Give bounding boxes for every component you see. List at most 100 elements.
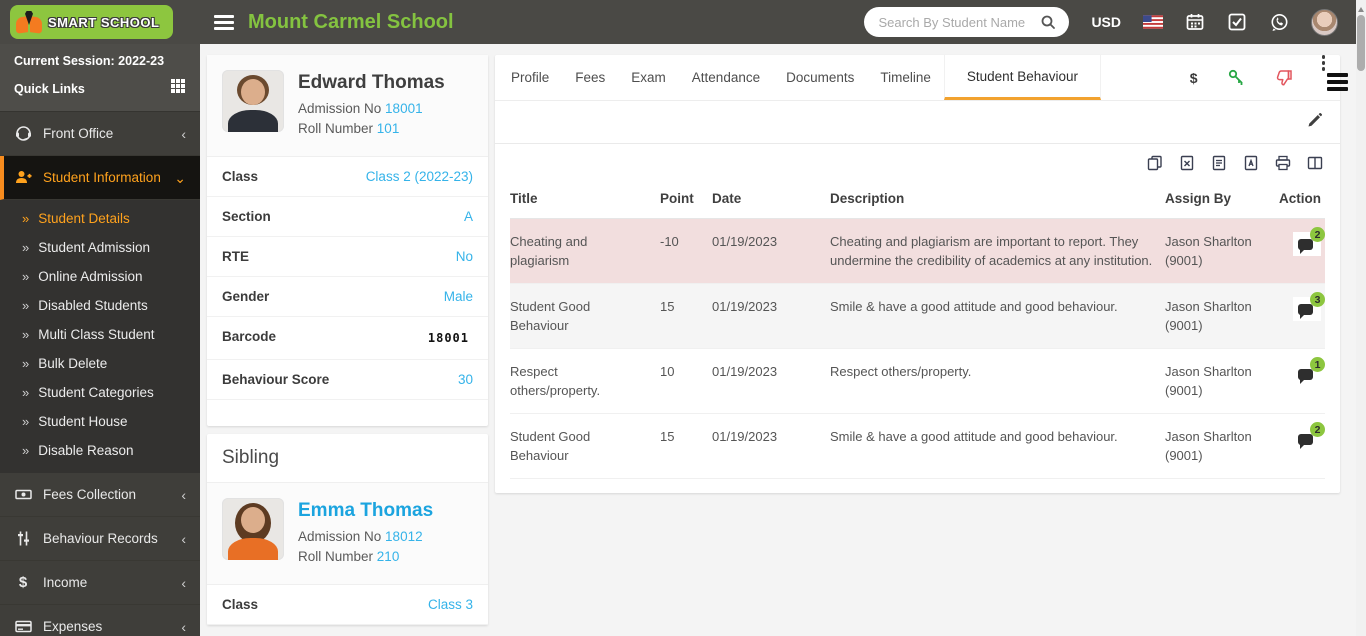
sidebar-item-income[interactable]: Income ‹	[0, 561, 200, 605]
admission-no-value: 18012	[385, 529, 423, 544]
app-logo[interactable]: SMART SCHOOL	[0, 0, 200, 44]
cell-point: 15	[660, 299, 675, 314]
calendar-icon[interactable]	[1185, 12, 1205, 32]
admission-no-value[interactable]: 18001	[385, 101, 423, 116]
sidebar-subitem-bulk-delete[interactable]: » Bulk Delete	[0, 349, 200, 378]
double-arrow-icon: »	[22, 298, 30, 313]
comments-button[interactable]: 2	[1293, 422, 1325, 451]
sidebar-toggle-icon[interactable]	[214, 14, 234, 30]
fees-dollar-icon[interactable]: $	[1175, 55, 1213, 100]
tab-timeline[interactable]: Timeline	[867, 55, 944, 100]
double-arrow-icon: »	[22, 240, 30, 255]
cell-assign-by: Jason Sharlton (9001)	[1165, 429, 1252, 463]
current-session-label: Current Session: 2022-23	[14, 54, 165, 68]
field-row-sibling-class: Class Class 3	[207, 585, 488, 625]
search-icon[interactable]	[1038, 12, 1058, 32]
login-key-icon[interactable]	[1213, 55, 1260, 100]
edit-pencil-icon[interactable]	[1307, 113, 1322, 133]
column-header-description[interactable]: Description	[830, 181, 1165, 219]
comment-count-badge: 2	[1310, 422, 1325, 437]
sidebar-item-label: Behaviour Records	[43, 531, 158, 546]
cell-point: 15	[660, 429, 675, 444]
language-flag-icon[interactable]	[1143, 12, 1163, 32]
comments-button[interactable]: 1	[1293, 357, 1325, 386]
sidebar-subitem-disabled-students[interactable]: » Disabled Students	[0, 291, 200, 320]
chevron-left-icon: ‹	[181, 125, 186, 142]
column-header-assign-by[interactable]: Assign By	[1165, 181, 1265, 219]
cell-date: 01/19/2023	[712, 299, 778, 314]
currency-selector[interactable]: USD	[1091, 14, 1121, 30]
export-csv-icon[interactable]	[1208, 153, 1230, 173]
comment-bubble-icon	[1298, 369, 1313, 384]
sidebar-subitem-student-details[interactable]: » Student Details	[0, 204, 200, 233]
user-avatar[interactable]	[1311, 8, 1338, 36]
sidebar-item-student-information[interactable]: Student Information ⌄	[0, 156, 200, 200]
menu-bars-icon[interactable]	[1327, 73, 1348, 91]
field-row-section: Section A	[207, 197, 488, 237]
tab-documents[interactable]: Documents	[773, 55, 867, 100]
comment-bubble-icon	[1298, 239, 1313, 254]
field-row-gender: Gender Male	[207, 277, 488, 317]
comments-button[interactable]: 2	[1293, 227, 1325, 256]
student-name: Edward Thomas	[298, 72, 445, 93]
page-scrollbar[interactable]	[1356, 0, 1366, 636]
tab-student-behaviour[interactable]: Student Behaviour	[943, 55, 1101, 100]
student-photo	[222, 70, 284, 132]
table-header-row: Title Point Date Description Assign By A…	[510, 181, 1325, 219]
column-header-date[interactable]: Date	[712, 181, 830, 219]
sidebar-subitem-online-admission[interactable]: » Online Admission	[0, 262, 200, 291]
tab-attendance[interactable]: Attendance	[679, 55, 773, 100]
cell-description: Smile & have a good attitude and good be…	[830, 429, 1118, 444]
chat-phone-icon[interactable]	[1269, 12, 1289, 32]
behaviour-table: Title Point Date Description Assign By A…	[510, 181, 1325, 479]
export-excel-icon[interactable]	[1176, 153, 1198, 173]
field-row-class: Class Class 2 (2022-23)	[207, 157, 488, 197]
sidebar-subitem-student-admission[interactable]: » Student Admission	[0, 233, 200, 262]
scrollbar-thumb[interactable]	[1357, 15, 1365, 71]
cell-title: Student Good Behaviour	[510, 429, 591, 463]
sidebar-subitem-student-categories[interactable]: » Student Categories	[0, 378, 200, 407]
sibling-name-link[interactable]: Emma Thomas	[298, 500, 433, 522]
table-row: Respect others/property. 10 01/19/2023 R…	[510, 349, 1325, 414]
barcode-number: 18001	[423, 331, 473, 345]
field-label: Behaviour Score	[222, 372, 330, 387]
cell-date: 01/19/2023	[712, 429, 778, 444]
sidebar-item-behaviour-records[interactable]: Behaviour Records ‹	[0, 517, 200, 561]
quick-links-grid-icon[interactable]	[170, 78, 186, 99]
field-value: Class 2 (2022-23)	[365, 169, 473, 184]
column-header-title[interactable]: Title	[510, 181, 660, 219]
field-value: A	[463, 209, 473, 224]
search-input[interactable]	[878, 14, 1039, 30]
sidebar-item-label: Income	[43, 575, 88, 590]
column-visibility-icon[interactable]	[1304, 153, 1326, 173]
logo-pill: SMART SCHOOL	[10, 5, 174, 39]
sibling-card: Sibling Emma Thomas Admission No 18012 R…	[207, 434, 488, 625]
sidebar-item-front-office[interactable]: Front Office ‹	[0, 112, 200, 156]
print-icon[interactable]	[1272, 153, 1294, 173]
tab-fees[interactable]: Fees	[562, 55, 618, 100]
disable-thumbs-down-icon[interactable]	[1260, 55, 1307, 100]
export-copy-icon[interactable]	[1144, 153, 1166, 173]
sidebar-item-expenses[interactable]: Expenses ‹	[0, 605, 200, 636]
subitem-label: Student Details	[38, 211, 130, 226]
comments-button[interactable]: 3	[1293, 292, 1325, 321]
cell-description: Respect others/property.	[830, 364, 972, 379]
subitem-label: Online Admission	[38, 269, 143, 284]
sidebar-item-label: Front Office	[43, 126, 114, 141]
tab-exam[interactable]: Exam	[618, 55, 679, 100]
subitem-label: Disabled Students	[38, 298, 148, 313]
roll-number-label: Roll Number	[298, 121, 374, 136]
sidebar-subitem-disable-reason[interactable]: » Disable Reason	[0, 436, 200, 465]
sidebar-item-label: Expenses	[43, 619, 103, 634]
column-header-point[interactable]: Point	[660, 181, 712, 219]
sidebar-subitem-student-house[interactable]: » Student House	[0, 407, 200, 436]
export-pdf-icon[interactable]	[1240, 153, 1262, 173]
roll-number-value: 210	[376, 549, 400, 564]
sidebar-item-fees-collection[interactable]: Fees Collection ‹	[0, 473, 200, 517]
sidebar-subitem-multi-class-student[interactable]: » Multi Class Student	[0, 320, 200, 349]
tab-profile[interactable]: Profile	[498, 55, 562, 100]
todo-check-icon[interactable]	[1227, 12, 1247, 32]
scroll-up-arrow-icon[interactable]	[1358, 4, 1364, 12]
dollar-icon	[14, 574, 32, 592]
sidebar-item-label: Student Information	[43, 170, 161, 185]
